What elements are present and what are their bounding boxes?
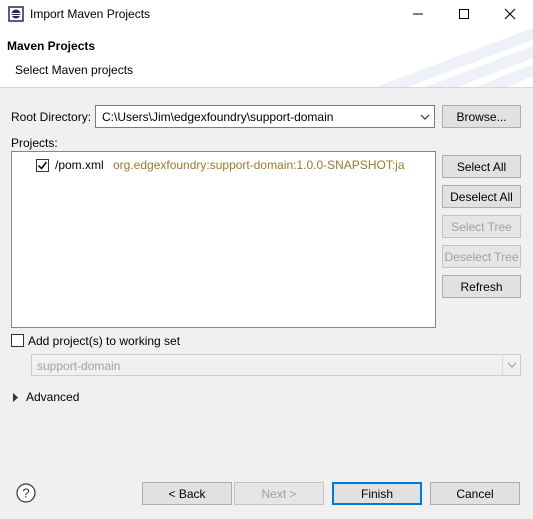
page-title: Maven Projects	[7, 39, 96, 53]
select-tree-button[interactable]: Select Tree	[442, 215, 521, 238]
close-icon	[504, 8, 516, 20]
close-button[interactable]	[487, 0, 533, 28]
maximize-icon	[459, 9, 469, 19]
finish-button[interactable]: Finish	[332, 482, 422, 505]
chevron-down-icon	[420, 114, 430, 120]
deselect-tree-button[interactable]: Deselect Tree	[442, 245, 521, 268]
root-directory-combo[interactable]: C:\Users\Jim\edgexfoundry\support-domain	[95, 105, 435, 128]
minimize-icon	[413, 13, 423, 15]
eclipse-icon	[8, 6, 24, 22]
deselect-all-button[interactable]: Deselect All	[442, 185, 521, 208]
working-set-checkbox[interactable]	[11, 334, 24, 347]
help-icon[interactable]: ?	[16, 483, 36, 503]
minimize-button[interactable]	[395, 0, 441, 28]
page-subtitle: Select Maven projects	[15, 63, 134, 77]
cancel-button[interactable]: Cancel	[430, 482, 520, 505]
select-all-button[interactable]: Select All	[442, 155, 521, 178]
working-set-value: support-domain	[37, 359, 121, 373]
header-banner-graphic	[375, 28, 533, 87]
working-set-dropdown[interactable]	[502, 355, 520, 375]
working-set-label: Add project(s) to working set	[28, 334, 181, 348]
wizard-header: Maven Projects Select Maven projects	[0, 28, 533, 88]
svg-text:?: ?	[22, 486, 29, 501]
next-button[interactable]: Next >	[234, 482, 324, 505]
chevron-down-icon	[507, 362, 517, 368]
project-checkbox[interactable]	[36, 159, 49, 172]
root-directory-label: Root Directory:	[11, 110, 92, 124]
root-directory-value: C:\Users\Jim\edgexfoundry\support-domain	[102, 110, 334, 124]
maximize-button[interactable]	[441, 0, 487, 28]
browse-button[interactable]: Browse...	[442, 105, 521, 128]
back-button[interactable]: < Back	[142, 482, 232, 505]
tree-item[interactable]: /pom.xml org.edgexfoundry:support-domain…	[12, 155, 435, 175]
advanced-section-toggle[interactable]: Advanced	[26, 390, 79, 404]
project-artifact: org.edgexfoundry:support-domain:1.0.0-SN…	[113, 158, 405, 172]
title-bar: Import Maven Projects	[0, 0, 533, 28]
refresh-button[interactable]: Refresh	[442, 275, 521, 298]
projects-label: Projects:	[11, 136, 58, 150]
projects-tree[interactable]: /pom.xml org.edgexfoundry:support-domain…	[11, 151, 436, 328]
project-name: /pom.xml	[55, 158, 104, 172]
working-set-combo[interactable]: support-domain	[31, 354, 521, 376]
window-title: Import Maven Projects	[30, 7, 151, 21]
checkmark-icon	[37, 161, 48, 170]
expand-arrow-icon[interactable]	[12, 393, 20, 402]
